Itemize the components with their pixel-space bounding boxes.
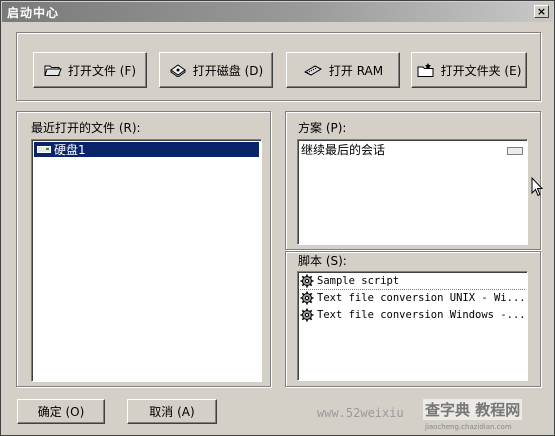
open-file-button[interactable]: 打开文件 (F) bbox=[33, 52, 147, 88]
ram-chip-icon bbox=[303, 64, 323, 76]
launch-center-window: 启动中心 × 打开文件 (F) 打开磁盘 (D) 打开 RAM 打开文件夹 (E… bbox=[0, 0, 555, 436]
scheme-label: 方案 (P): bbox=[298, 121, 347, 135]
list-item[interactable]: Sample script bbox=[300, 273, 525, 290]
ok-button[interactable]: 确定 (O) bbox=[17, 399, 105, 424]
list-item-label: Sample script bbox=[317, 275, 400, 287]
open-folder-button[interactable]: 打开文件夹 (E) bbox=[411, 52, 527, 88]
recent-files-label: 最近打开的文件 (R): bbox=[31, 121, 141, 135]
list-item-label: 硬盘1 bbox=[54, 143, 86, 157]
gear-icon bbox=[300, 274, 314, 288]
cancel-button[interactable]: 取消 (A) bbox=[127, 399, 217, 424]
open-file-label: 打开文件 (F) bbox=[67, 63, 137, 78]
list-item[interactable]: Text file conversion UNIX - Wi... bbox=[300, 290, 526, 306]
title-bar[interactable]: 启动中心 × bbox=[2, 2, 553, 22]
list-item-label: Text file conversion Windows -... bbox=[317, 309, 526, 321]
scheme-item[interactable]: 继续最后的会话 bbox=[301, 141, 385, 158]
open-ram-label: 打开 RAM bbox=[328, 63, 384, 78]
list-item[interactable]: Text file conversion Windows -... bbox=[300, 307, 526, 323]
open-ram-button[interactable]: 打开 RAM bbox=[286, 52, 400, 88]
list-item[interactable]: 硬盘1 bbox=[34, 142, 259, 157]
disk-icon bbox=[169, 63, 187, 77]
ok-label: 确定 (O) bbox=[37, 405, 85, 419]
window-title: 启动中心 bbox=[7, 6, 60, 20]
scripts-label: 脚本 (S): bbox=[298, 254, 347, 268]
open-folder-icon bbox=[44, 63, 62, 77]
cancel-label: 取消 (A) bbox=[149, 405, 195, 419]
open-disk-label: 打开磁盘 (D) bbox=[192, 63, 264, 78]
watermark-subtext: jiaocheng.chazidian.com bbox=[425, 423, 512, 431]
close-button[interactable]: × bbox=[534, 5, 549, 18]
gear-icon bbox=[300, 291, 314, 305]
watermark-url: www.52weixiu bbox=[317, 406, 404, 420]
list-item-label: Text file conversion UNIX - Wi... bbox=[317, 292, 526, 304]
folder-star-icon bbox=[417, 62, 435, 78]
gear-icon bbox=[300, 308, 314, 322]
recent-files-list[interactable]: 硬盘1 bbox=[31, 139, 262, 382]
open-folder-label: 打开文件夹 (E) bbox=[440, 63, 522, 78]
scripts-list[interactable]: Sample script Text file conversion UNIX … bbox=[297, 271, 528, 381]
mouse-pointer-icon bbox=[531, 176, 544, 201]
scheme-list[interactable]: 继续最后的会话 bbox=[297, 139, 528, 245]
watermark-logo: 查字典 教程网 bbox=[423, 399, 523, 420]
drive-icon bbox=[37, 145, 51, 154]
drive-small-icon bbox=[507, 147, 523, 155]
open-disk-button[interactable]: 打开磁盘 (D) bbox=[159, 52, 273, 88]
